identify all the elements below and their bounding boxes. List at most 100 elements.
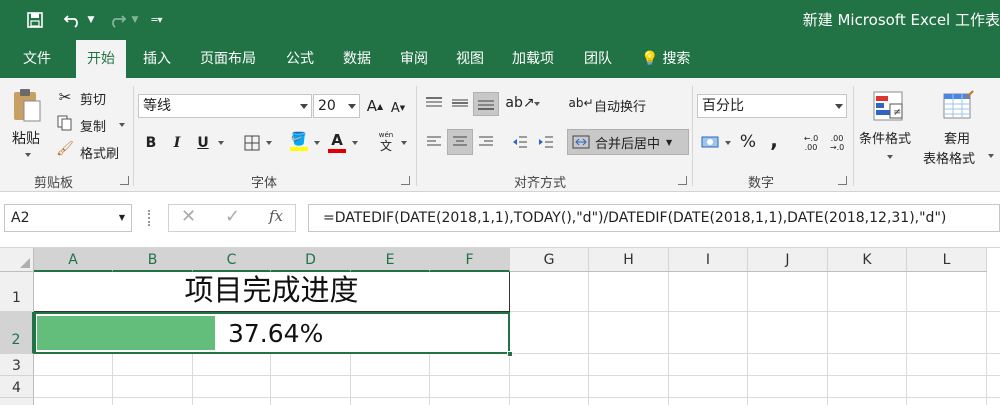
fill-color-dropdown-icon[interactable]	[314, 141, 320, 145]
column-header-a[interactable]: A	[34, 248, 113, 272]
orientation-icon[interactable]: ab↗	[505, 92, 534, 114]
column-header-j[interactable]: J	[748, 248, 828, 272]
tab-formulas[interactable]: 公式	[275, 40, 325, 78]
format-as-table-button-line2[interactable]: 表格格式	[923, 148, 975, 167]
tab-page-layout[interactable]: 页面布局	[189, 40, 267, 78]
column-header-b[interactable]: B	[113, 248, 193, 272]
number-launcher-icon[interactable]	[838, 176, 847, 185]
font-size-select[interactable]: 20	[313, 94, 360, 118]
bold-button[interactable]: B	[140, 132, 162, 154]
select-all-corner[interactable]	[0, 248, 34, 272]
phonetic-guide-icon[interactable]: wén 文	[374, 130, 398, 154]
column-header-h[interactable]: H	[589, 248, 669, 272]
format-as-table-button-line1[interactable]: 套用	[944, 128, 970, 147]
cancel-icon[interactable]: ✕	[181, 206, 196, 227]
undo-dropdown-icon[interactable]: ▼	[86, 8, 96, 32]
conditional-formatting-button[interactable]: 条件格式	[859, 128, 911, 147]
wrap-text-button[interactable]: 自动换行	[594, 96, 646, 115]
column-header-i[interactable]: I	[669, 248, 748, 272]
align-right-icon[interactable]	[474, 130, 498, 154]
column-header-e[interactable]: E	[351, 248, 430, 272]
enter-icon[interactable]: ✓	[225, 206, 240, 227]
font-name-select[interactable]: 等线	[138, 94, 312, 118]
fill-color-icon[interactable]: 🪣	[288, 130, 310, 154]
currency-dropdown-icon[interactable]	[725, 141, 731, 145]
phonetic-dropdown-icon[interactable]	[401, 141, 407, 145]
font-color-dropdown-icon[interactable]	[352, 141, 358, 145]
comma-button[interactable]: ,	[766, 128, 782, 152]
align-middle-icon[interactable]	[448, 92, 472, 114]
cell-a2-progress[interactable]: 37.64%	[34, 312, 513, 357]
paste-button[interactable]: 粘贴	[12, 128, 40, 148]
formula-bar-splitter[interactable]	[148, 210, 151, 226]
underline-button[interactable]: U	[192, 132, 214, 154]
align-center-icon[interactable]	[447, 129, 473, 155]
column-header-f[interactable]: F	[430, 248, 510, 272]
customize-qat-icon[interactable]: ═▾	[150, 8, 164, 32]
svg-text:≠: ≠	[893, 107, 901, 118]
percent-button[interactable]: %	[737, 130, 759, 154]
tab-data[interactable]: 数据	[332, 40, 382, 78]
font-launcher-icon[interactable]	[401, 176, 410, 185]
tab-review[interactable]: 审阅	[389, 40, 439, 78]
formula-input[interactable]: =DATEDIF(DATE(2018,1,1),TODAY(),"d")/DAT…	[308, 204, 1000, 232]
redo-icon[interactable]	[106, 8, 128, 32]
undo-icon[interactable]	[62, 8, 84, 32]
format-as-table-dropdown-icon[interactable]	[988, 154, 994, 158]
conditional-dropdown-icon[interactable]	[887, 155, 893, 159]
gridline	[588, 272, 589, 405]
ribbon: 粘贴 ✂ 剪切 复制 🖌 格式刷 剪贴板 等线 20 A ▲ A ▼ B I U 🪣…	[0, 78, 1000, 192]
decrease-font-icon[interactable]: A ▼	[389, 98, 407, 118]
clipboard-launcher-icon[interactable]	[120, 176, 129, 185]
column-header-k[interactable]: K	[828, 248, 907, 272]
cell-a1-title[interactable]: 项目完成进度	[34, 272, 510, 312]
align-top-icon[interactable]	[422, 92, 446, 114]
increase-font-icon[interactable]: A ▲	[366, 96, 384, 116]
tab-insert[interactable]: 插入	[132, 40, 182, 78]
row-header-1[interactable]: 1	[0, 272, 34, 312]
increase-indent-icon[interactable]	[534, 130, 558, 154]
italic-button[interactable]: I	[166, 132, 188, 154]
scissors-icon: ✂	[58, 88, 72, 106]
orientation-dropdown-icon[interactable]	[534, 102, 540, 106]
tab-view[interactable]: 视图	[445, 40, 495, 78]
fill-handle[interactable]	[507, 351, 513, 357]
row-header-4[interactable]: 4	[0, 376, 34, 398]
row-header-2[interactable]: 2	[0, 312, 34, 354]
cut-button[interactable]: 剪切	[80, 89, 106, 108]
row-header-5[interactable]	[0, 398, 34, 405]
merge-center-button[interactable]: 合并后居中 ▼	[567, 129, 689, 155]
name-box[interactable]: A2 ▼	[4, 204, 132, 232]
font-color-icon[interactable]: A	[326, 130, 348, 154]
decrease-indent-icon[interactable]	[508, 130, 532, 154]
tab-team[interactable]: 团队	[573, 40, 623, 78]
borders-dropdown-icon[interactable]	[266, 141, 272, 145]
borders-icon[interactable]	[242, 133, 262, 153]
separator	[853, 86, 854, 186]
copy-dropdown-icon[interactable]	[119, 123, 125, 127]
currency-icon[interactable]	[699, 131, 721, 153]
align-bottom-icon[interactable]	[473, 92, 499, 116]
copy-button[interactable]: 复制	[80, 116, 106, 135]
paste-dropdown-icon[interactable]	[25, 153, 31, 157]
tab-file[interactable]: 文件	[12, 40, 62, 78]
column-header-g[interactable]: G	[510, 248, 589, 272]
format-painter-button[interactable]: 格式刷	[80, 143, 119, 162]
column-header-l[interactable]: L	[907, 248, 987, 272]
insert-function-icon[interactable]: fx	[269, 207, 283, 225]
tab-addins[interactable]: 加载项	[501, 40, 565, 78]
redo-dropdown-icon[interactable]: ▼	[130, 8, 140, 32]
save-icon[interactable]	[24, 8, 46, 32]
alignment-launcher-icon[interactable]	[678, 176, 687, 185]
merge-center-label: 合并后居中	[595, 136, 661, 152]
number-format-select[interactable]: 百分比	[697, 94, 847, 118]
number-group-label: 数字	[748, 176, 775, 191]
tab-search[interactable]: 💡 搜索	[630, 40, 701, 78]
tab-home[interactable]: 开始	[76, 40, 126, 78]
paste-icon[interactable]	[10, 86, 44, 124]
align-left-icon[interactable]	[422, 130, 446, 154]
increase-decimal-button[interactable]: ←.0 .00	[800, 130, 822, 156]
underline-dropdown-icon[interactable]	[218, 141, 224, 145]
decrease-decimal-button[interactable]: .00 →.0	[826, 130, 848, 156]
row-header-3[interactable]: 3	[0, 354, 34, 376]
